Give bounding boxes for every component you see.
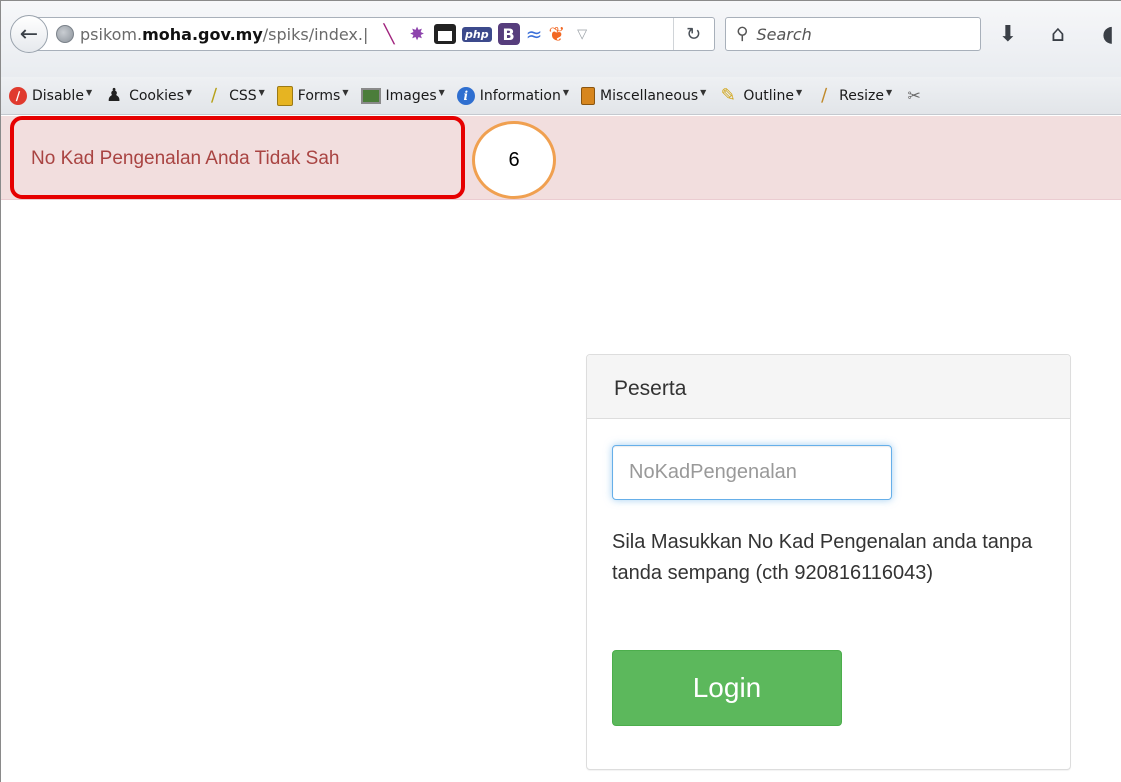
url-text[interactable]: psikom.moha.gov.my/spiks/index.| [80, 25, 370, 44]
disable-icon: ∕ [9, 86, 27, 105]
miscellaneous-icon [581, 86, 595, 105]
search-bar[interactable]: ⚲ [725, 17, 981, 51]
devbar-css[interactable]: ∕ CSS ▼ [204, 85, 265, 106]
box-icon[interactable] [434, 24, 456, 44]
dropdown-caret-icon: ▼ [562, 88, 569, 97]
devbar-label: Images [385, 87, 437, 104]
search-icon: ⚲ [736, 24, 749, 44]
devbar-label: Miscellaneous [600, 87, 699, 104]
download-button[interactable]: ⬇ [991, 19, 1025, 49]
fire-icon[interactable]: ❦ [548, 22, 565, 46]
home-icon: ⌂ [1051, 21, 1065, 47]
images-icon [360, 87, 381, 104]
devbar-miscellaneous[interactable]: Miscellaneous ▼ [581, 86, 707, 105]
ic-number-input[interactable] [612, 445, 892, 500]
navigation-toolbar: psikom.moha.gov.my/spiks/index.| ╲ ✸ php… [1, 1, 1121, 77]
devbar-forms[interactable]: Forms ▼ [276, 85, 349, 106]
php-icon[interactable]: php [462, 26, 492, 42]
puzzle-icon[interactable]: ✸ [406, 23, 428, 45]
search-input[interactable] [756, 24, 957, 44]
url-dropdown-icon[interactable]: ▽ [577, 26, 587, 42]
dropdown-caret-icon: ▼ [795, 88, 803, 97]
chat-icon: ◖ [1102, 21, 1114, 47]
devbar-label: Cookies [129, 87, 184, 104]
dropdown-caret-icon: ▼ [700, 88, 707, 97]
home-button[interactable]: ⌂ [1041, 19, 1075, 49]
devbar-label: Forms [297, 87, 341, 104]
devbar-cookies[interactable]: ♟ Cookies ▼ [104, 85, 193, 106]
devbar-disable[interactable]: ∕ Disable ▼ [9, 86, 93, 105]
devbar-label: CSS [229, 87, 257, 104]
devbar-resize[interactable]: ∕ Resize ▼ [814, 85, 893, 106]
devbar-label: Disable [32, 87, 84, 104]
dropdown-caret-icon: ▼ [342, 88, 349, 97]
reload-button[interactable]: ↻ [673, 18, 713, 50]
outline-icon: ✎ [720, 85, 736, 106]
devbar-images[interactable]: Images ▼ [360, 87, 445, 104]
forms-icon [276, 85, 293, 106]
dropdown-caret-icon: ▼ [258, 88, 265, 97]
annotation-number-badge: 6 [472, 121, 556, 199]
browser-window: psikom.moha.gov.my/spiks/index.| ╲ ✸ php… [0, 0, 1121, 782]
resize-icon: ∕ [821, 85, 828, 106]
dropdown-caret-icon: ▼ [85, 88, 93, 97]
dropdown-caret-icon: ▼ [438, 88, 445, 97]
extension-icons: ╲ ✸ php B ≈ ❦ ▽ [378, 22, 588, 46]
css-icon: ∕ [211, 85, 218, 106]
devbar-label: Information [479, 87, 561, 104]
login-panel: Peserta Sila Masukkan No Kad Pengenalan … [586, 354, 1071, 770]
dropdown-caret-icon: ▼ [885, 88, 893, 97]
address-bar[interactable]: psikom.moha.gov.my/spiks/index.| ╲ ✸ php… [31, 17, 715, 51]
login-button[interactable]: Login [612, 650, 842, 726]
chat-button[interactable]: ◖ [1093, 19, 1121, 49]
globe-icon [56, 25, 74, 43]
feather-icon[interactable]: ╲ [378, 23, 400, 45]
bootstrap-icon[interactable]: B [497, 23, 520, 45]
devbar-label: Outline [743, 87, 794, 104]
download-icon: ⬇ [998, 21, 1018, 47]
annotation-highlight-box [10, 116, 465, 199]
panel-heading: Peserta [587, 355, 1070, 419]
help-text: Sila Masukkan No Kad Pengenalan anda tan… [612, 531, 1033, 584]
devbar-tools[interactable]: ✂ [904, 86, 929, 106]
wave-icon[interactable]: ≈ [526, 22, 543, 46]
back-button[interactable]: ← [10, 15, 48, 53]
information-icon: i [456, 86, 475, 105]
devbar-information[interactable]: i Information ▼ [456, 86, 569, 105]
tools-icon: ✂ [907, 86, 921, 105]
dropdown-caret-icon: ▼ [185, 88, 193, 97]
cookies-icon: ♟ [106, 85, 123, 106]
reload-icon: ↻ [685, 23, 702, 45]
devbar-outline[interactable]: ✎ Outline ▼ [718, 85, 803, 106]
devbar-label: Resize [839, 87, 884, 104]
web-developer-toolbar: ∕ Disable ▼ ♟ Cookies ▼ ∕ CSS ▼ Forms ▼ Imag… [1, 77, 1121, 115]
